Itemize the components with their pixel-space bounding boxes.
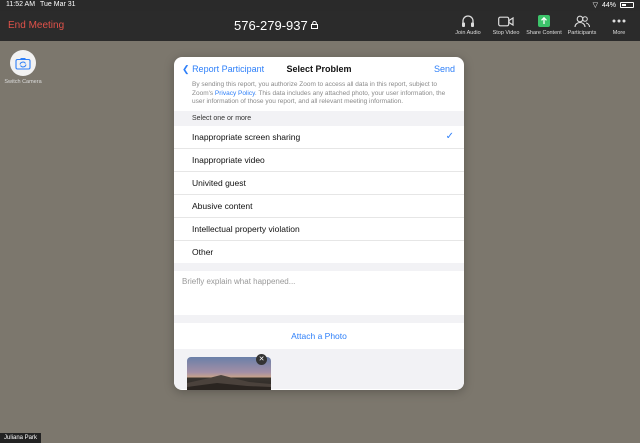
option-label: Intellectual property violation [192,223,300,234]
share-icon [524,14,564,28]
headphones-icon [448,14,488,28]
option-label: Abusive content [192,200,253,211]
lock-icon [310,20,318,31]
checkmark-icon: ✓ [445,130,454,142]
report-dialog: ❮ Report Participant Select Problem Send… [174,57,464,390]
battery-icon [620,2,634,8]
option-intellectual-property-violation[interactable]: Intellectual property violation [174,218,464,241]
option-label: Univited guest [192,177,246,188]
send-button[interactable]: Send [434,64,455,74]
separator [174,314,464,323]
option-abusive-content[interactable]: Abusive content [174,195,464,218]
problem-options-list: Inappropriate screen sharing ✓ Inappropri… [174,126,464,263]
end-meeting-button[interactable]: End Meeting [8,20,64,31]
video-camera-icon [486,14,526,28]
option-inappropriate-screen-sharing[interactable]: Inappropriate screen sharing ✓ [174,126,464,149]
switch-camera-label: Switch Camera [4,79,42,85]
dialog-header: ❮ Report Participant Select Problem Send [174,57,464,81]
option-univited-guest[interactable]: Univited guest [174,172,464,195]
status-right: ▽ 44% [593,1,634,9]
switch-camera-button[interactable]: Switch Camera [4,50,42,85]
participants-label: Participants [567,30,597,36]
section-label: Select one or more [174,110,464,126]
status-date: Tue Mar 31 [40,1,76,8]
stop-video-label: Stop Video [492,30,520,36]
back-button[interactable]: ❮ Report Participant [182,64,264,75]
photo-attachments: ✕ [174,348,464,390]
more-label: More [612,30,626,36]
join-audio-button[interactable]: Join Audio [448,14,488,36]
participant-name-tag: Juliana Park [0,433,42,443]
back-label: Report Participant [192,64,265,74]
separator [174,262,464,271]
wifi-icon: ▽ [592,2,598,9]
share-content-button[interactable]: Share Content [524,14,564,36]
disclaimer-text: By sending this report, you authorize Zo… [174,81,464,107]
privacy-policy-link[interactable]: Privacy Policy [215,90,255,97]
switch-camera-icon [10,50,36,76]
attach-photo-button[interactable]: Attach a Photo [174,323,464,349]
option-label: Other [192,246,214,257]
more-icon [599,14,639,28]
explain-textarea[interactable]: Briefly explain what happened... [174,271,464,315]
meeting-id-text: 576-279-937 [234,18,308,33]
remove-photo-close-icon[interactable]: ✕ [256,353,267,365]
option-label: Inappropriate screen sharing [192,131,301,142]
more-button[interactable]: More [599,14,639,36]
option-label: Inappropriate video [192,154,265,165]
chevron-left-icon: ❮ [182,64,190,74]
status-bar: 11:52 AM Tue Mar 31 ▽ 44% [0,0,640,11]
battery-fill [622,4,627,6]
option-inappropriate-video[interactable]: Inappropriate video [174,149,464,172]
meeting-id: 576-279-937 [234,18,318,33]
stop-video-button[interactable]: Stop Video [486,14,526,36]
meeting-toolbar: End Meeting 576-279-937 Join Audio Stop … [0,11,640,41]
option-other[interactable]: Other [174,241,464,263]
battery-percent: 44% [601,1,616,9]
status-time: 11:52 AM [6,1,36,8]
join-audio-label: Join Audio [455,30,481,36]
participants-icon [562,14,602,28]
share-content-label: Share Content [526,30,562,36]
participants-button[interactable]: Participants [562,14,602,36]
